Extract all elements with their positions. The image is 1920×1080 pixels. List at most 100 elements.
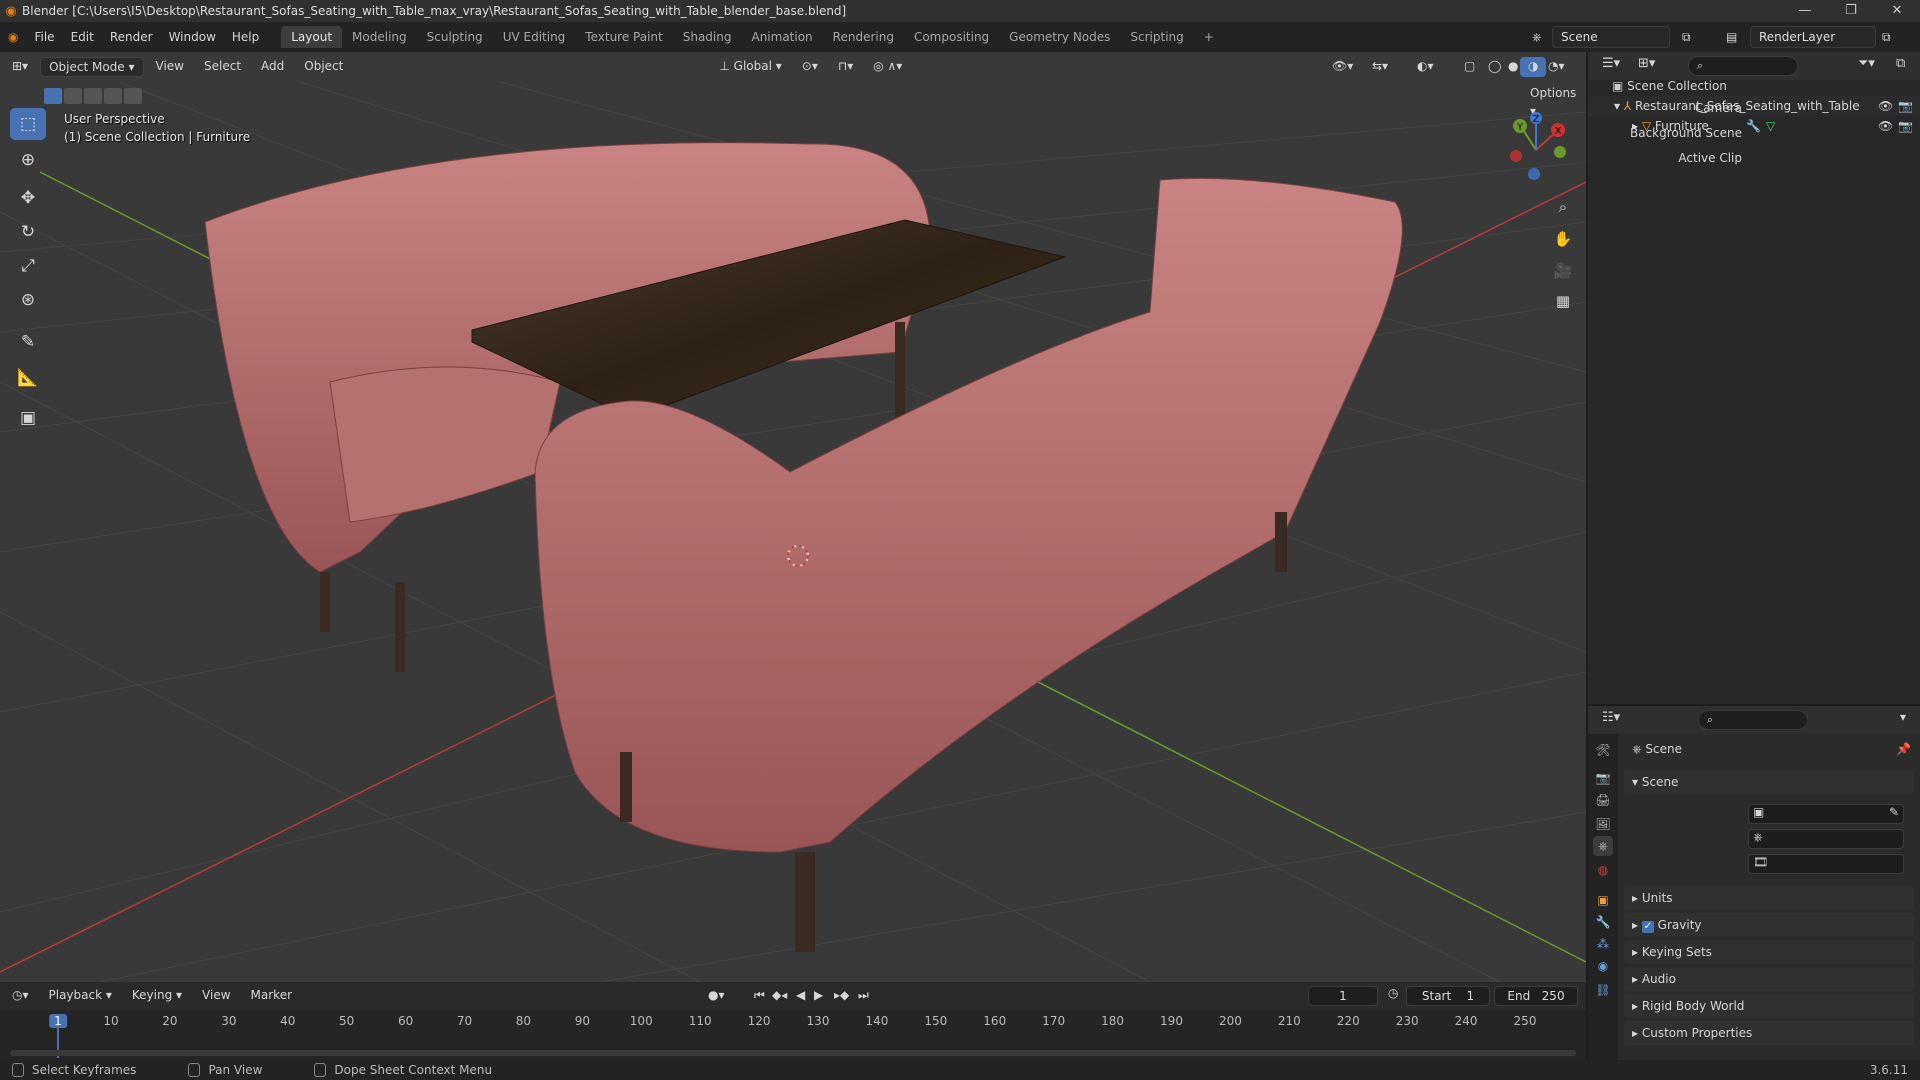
cursor-tool-icon[interactable]: ⊕ [10,144,46,176]
filter-icon[interactable]: ⏷▾ [1858,56,1875,71]
new-view-layer-icon[interactable]: ⧉ [1874,26,1899,48]
outliner-search-input[interactable]: ⌕ [1688,56,1798,76]
object-tab-icon[interactable]: ▣ [1593,890,1613,910]
add-workspace-icon[interactable]: + [1194,26,1224,48]
panel-units[interactable]: ▸ Units [1624,886,1914,910]
panel-keying-sets[interactable]: ▸ Keying Sets [1624,940,1914,964]
navigation-gizmo[interactable]: X Y Z [1500,112,1580,192]
scale-tool-icon[interactable]: ⤢ [10,250,46,282]
render-camera-icon[interactable]: 📷 [1898,96,1913,116]
select-extend-icon[interactable] [64,88,82,104]
tab-texture-paint[interactable]: Texture Paint [575,26,672,48]
tab-rendering[interactable]: Rendering [823,26,904,48]
scene-name-field[interactable]: Scene [1552,26,1670,48]
tab-modeling[interactable]: Modeling [342,26,417,48]
menu-add[interactable]: Add [253,57,292,77]
visibility-icon[interactable]: 👁▾ [1324,57,1361,77]
physics-tab-icon[interactable]: ◉ [1593,956,1613,976]
restore-icon[interactable]: ❐ [1828,0,1874,22]
editor-type-icon[interactable]: ⊞▾ [4,57,36,77]
modifier-tab-icon[interactable]: 🔧 [1593,912,1613,932]
properties-options-icon[interactable]: ▾ [1900,710,1906,724]
mesh-data-icon[interactable]: ▽ [1766,116,1775,136]
new-scene-icon[interactable]: ⧉ [1674,26,1699,48]
viewport-scene[interactable] [0,52,1586,982]
panel-gravity[interactable]: ▸ ✓ Gravity [1624,913,1914,937]
select-box-tool-icon[interactable]: ⬚ [10,108,46,140]
view-layer-icon[interactable]: ▤ [1718,26,1745,48]
outliner-editor-icon[interactable]: ☰▾ [1602,56,1620,71]
rotate-tool-icon[interactable]: ↻ [10,216,46,248]
close-icon[interactable]: ✕ [1874,0,1920,22]
select-invert-icon[interactable] [104,88,122,104]
pan-hand-icon[interactable]: ✋ [1550,226,1576,252]
select-intersect-icon[interactable] [124,88,142,104]
outliner-item-scene-collection[interactable]: ▣ Scene Collection [1588,76,1920,96]
timeline-ruler[interactable]: 1 10 20 30 40 50 60 70 80 90 100 110 120 130 140 150 160… [0,982,1586,1060]
constraints-tab-icon[interactable]: ⛓ [1593,980,1613,1000]
tab-uv-editing[interactable]: UV Editing [493,26,576,48]
output-tab-icon[interactable]: 🖨 [1593,790,1613,810]
gizmo-toggle-icon[interactable]: ⇆▾ [1364,57,1396,77]
annotate-tool-icon[interactable]: ✎ [10,326,46,358]
object-mode-dropdown[interactable]: Object Mode ▾ [40,57,144,77]
render-tab-icon[interactable]: 📷 [1593,768,1613,788]
menu-help[interactable]: Help [224,26,267,48]
gravity-checkbox[interactable]: ✓ [1641,921,1654,933]
tab-layout[interactable]: Layout [281,26,343,48]
tab-compositing[interactable]: Compositing [904,26,999,48]
panel-audio[interactable]: ▸ Audio [1624,967,1914,991]
visibility-eye-icon[interactable]: 👁 [1878,116,1893,136]
camera-field[interactable]: ▣ ✎ [1748,804,1904,824]
select-subtract-icon[interactable] [84,88,102,104]
camera-view-icon[interactable]: 🎥 [1550,258,1576,284]
properties-search-input[interactable]: ⌕ [1698,710,1808,730]
select-new-icon[interactable] [44,88,62,104]
scene-selector-icon[interactable]: ⎈ [1524,26,1550,48]
pivot-icon[interactable]: ⊙▾ [794,57,826,77]
minimize-icon[interactable]: — [1782,0,1828,22]
active-clip-field[interactable]: 🎞 [1748,854,1904,874]
proportional-edit-icon[interactable]: ◎ ∧▾ [865,57,910,77]
panel-custom-properties[interactable]: ▸ Custom Properties [1624,1021,1914,1045]
display-mode-icon[interactable]: ⊞▾ [1638,56,1655,71]
menu-render[interactable]: Render [102,26,161,48]
overlay-icon[interactable]: ◐▾ [1409,57,1442,77]
properties-editor-icon[interactable]: ☷▾ [1602,710,1620,725]
eyedropper-icon[interactable]: ✎ [1889,805,1899,819]
snap-icon[interactable]: ⊓▾ [830,57,861,77]
world-tab-icon[interactable]: ◍ [1593,860,1613,880]
visibility-eye-icon[interactable]: 👁 [1878,96,1893,116]
menu-window[interactable]: Window [161,26,224,48]
tab-sculpting[interactable]: Sculpting [417,26,493,48]
render-camera-icon[interactable]: 📷 [1898,116,1913,136]
modifier-wrench-icon[interactable]: 🔧 [1746,116,1761,136]
pin-icon[interactable]: 📌 [1896,742,1911,756]
rendered-shading-icon[interactable]: ◔▾ [1540,57,1573,77]
options-dropdown[interactable]: Options ▾ [1522,84,1586,118]
tab-geometry-nodes[interactable]: Geometry Nodes [999,26,1120,48]
menu-select[interactable]: Select [196,57,249,77]
tool-tab-icon[interactable]: 🛠 [1593,740,1613,760]
background-scene-field[interactable]: ⎈ [1748,829,1904,849]
menu-file[interactable]: File [26,26,62,48]
3d-viewport[interactable]: ⊞▾ Object Mode ▾ View Select Add Object … [0,52,1586,982]
transform-tool-icon[interactable]: ⊛ [10,284,46,316]
blender-menu-icon[interactable]: ◉ [0,26,26,48]
transform-orientation-dropdown[interactable]: ⊥ Global ▾ [711,57,789,77]
tab-scripting[interactable]: Scripting [1120,26,1193,48]
menu-view[interactable]: View [148,57,192,77]
menu-object[interactable]: Object [296,57,351,77]
zoom-icon[interactable]: ⌕ [1550,194,1576,220]
panel-rigid-body-world[interactable]: ▸ Rigid Body World [1624,994,1914,1018]
tab-shading[interactable]: Shading [673,26,742,48]
timeline-scrollbar[interactable] [10,1050,1576,1056]
new-collection-icon[interactable]: ⧉ [1896,56,1905,71]
scene-tab-icon[interactable]: ⎈ [1593,836,1613,856]
tab-animation[interactable]: Animation [741,26,822,48]
menu-edit[interactable]: Edit [63,26,102,48]
panel-scene[interactable]: ▾ Scene [1624,770,1914,794]
ortho-grid-icon[interactable]: ▦ [1550,288,1576,314]
move-tool-icon[interactable]: ✥ [10,182,46,214]
measure-tool-icon[interactable]: 📐 [10,362,46,394]
